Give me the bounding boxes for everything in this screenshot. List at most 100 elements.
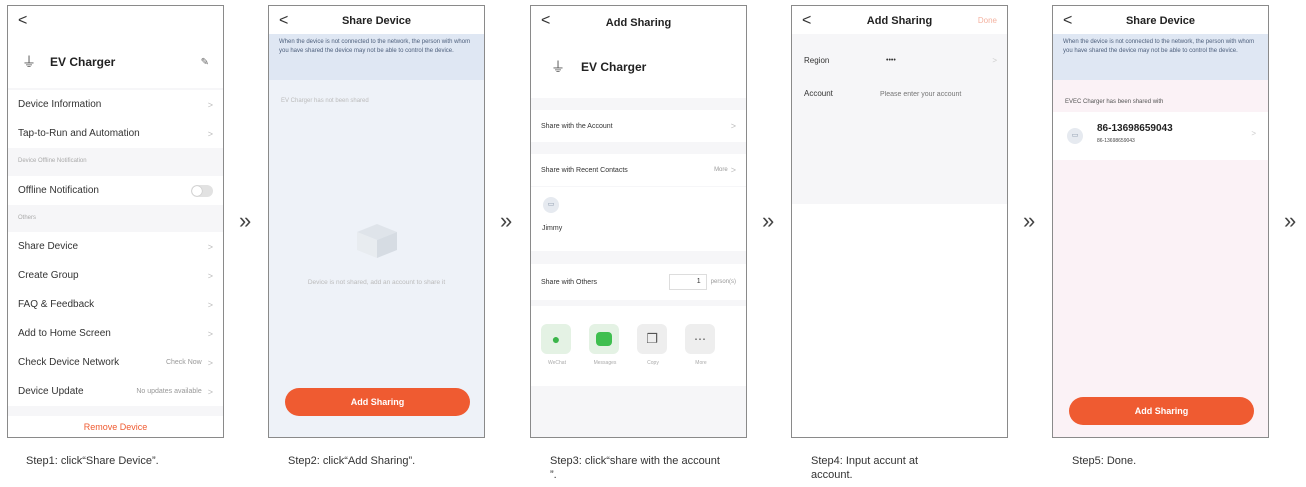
row-share-device[interactable]: Share Device > [8, 232, 223, 261]
screen-device-settings: < ⏚ EV Charger ✎ Device Information > Ta… [7, 5, 224, 438]
row-label: Share with Recent Contacts [541, 166, 628, 174]
page-title: Add Sharing [605, 17, 672, 29]
group-label-others: Others [18, 215, 37, 221]
row-offline-notification: Offline Notification [8, 176, 223, 205]
row-tap-to-run[interactable]: Tap-to-Run and Automation > [8, 119, 223, 148]
share-app-wechat[interactable]: ● WeChat [541, 324, 573, 366]
empty-hint: Device is not shared, add an account to … [307, 279, 446, 286]
next-arrow-icon: » [1284, 208, 1297, 233]
row-label: FAQ & Feedback [18, 299, 95, 310]
tutorial-strip: < ⏚ EV Charger ✎ Device Information > Ta… [0, 0, 1306, 487]
edit-icon[interactable]: ✎ [201, 57, 209, 68]
chevron-right-icon: > [207, 328, 213, 339]
row-faq-feedback[interactable]: FAQ & Feedback > [8, 290, 223, 319]
device-header: ⏚ EV Charger ✎ [8, 36, 223, 88]
row-label: Share with the Account [541, 122, 613, 130]
chevron-right-icon: > [730, 165, 736, 175]
row-label: Device Update [18, 386, 84, 397]
add-sharing-button[interactable]: Add Sharing [1069, 397, 1254, 425]
offline-toggle[interactable] [191, 184, 213, 197]
done-button[interactable]: Done [978, 16, 997, 25]
row-value: Check Now [165, 359, 202, 366]
contact-name[interactable]: Jimmy [542, 225, 562, 232]
notice-banner: When the device is not connected to the … [1053, 34, 1268, 80]
caption-step5: Step5: Done. [1072, 455, 1137, 467]
account-avatar: ▭ [1067, 128, 1083, 144]
ev-plug-icon: ⏚ [551, 59, 565, 75]
chevron-right-icon: > [207, 270, 213, 281]
share-app-label: WeChat [548, 360, 566, 366]
next-arrow-icon: » [500, 208, 513, 233]
messages-icon [589, 324, 619, 354]
screen-share-device-empty: < Share Device When the device is not co… [268, 5, 485, 438]
chevron-right-icon: > [207, 386, 213, 397]
screen-share-device-done: < Share Device When the device is not co… [1052, 5, 1269, 438]
share-with-others-row: Share with Others 1 person(s) [531, 264, 746, 300]
chevron-right-icon: > [1251, 129, 1256, 138]
next-arrow-icon: » [1023, 208, 1036, 233]
more-link[interactable]: More [714, 167, 728, 173]
contact-avatar[interactable]: ▭ [543, 197, 559, 213]
chevron-right-icon: > [207, 241, 213, 252]
persons-count-input[interactable]: 1 [668, 274, 707, 290]
add-sharing-button[interactable]: Add Sharing [285, 388, 470, 416]
row-add-home-screen[interactable]: Add to Home Screen > [8, 319, 223, 348]
recent-contacts-list: ▭ Jimmy [531, 187, 746, 251]
ev-plug-icon: ⏚ [22, 54, 36, 70]
account-label: Account [804, 89, 833, 98]
chevron-right-icon: > [992, 56, 997, 65]
row-label: Check Device Network [18, 357, 120, 368]
shared-account-number: 86-13698659043 [1097, 123, 1173, 134]
row-value: No updates available [136, 388, 202, 395]
share-app-label: Messages [593, 360, 617, 366]
not-shared-hint: EV Charger has not been shared [281, 98, 369, 104]
chevron-right-icon: > [207, 128, 213, 139]
page-title: Add Sharing [866, 15, 933, 27]
chevron-right-icon: > [730, 121, 736, 131]
more-icon: ⋯ [685, 324, 715, 354]
share-app-label: Copy [647, 360, 659, 366]
next-arrow-icon: » [762, 208, 775, 233]
persons-unit: person(s) [710, 279, 736, 285]
row-label: Share with Others [541, 278, 598, 286]
row-check-network[interactable]: Check Device Network Check Now > [8, 348, 223, 377]
remove-device-button[interactable]: Remove Device [8, 416, 223, 437]
share-app-more[interactable]: ⋯ More [685, 324, 717, 366]
recent-contacts-row[interactable]: Share with Recent Contacts More > [531, 154, 746, 186]
shared-with-label: EVEC Charger has been shared with [1065, 99, 1164, 105]
share-with-account-row[interactable]: Share with the Account > [531, 110, 746, 142]
page-title: Share Device [341, 15, 412, 27]
share-app-messages[interactable]: Messages [589, 324, 621, 366]
row-label: Add to Home Screen [18, 328, 111, 339]
shared-account-sub: 86-13698659043 [1097, 138, 1135, 144]
region-label: Region [804, 56, 830, 65]
wechat-icon: ● [541, 324, 571, 354]
row-label: Share Device [18, 241, 79, 252]
share-app-copy[interactable]: ❐ Copy [637, 324, 669, 366]
topbar: < Add Sharing Done [792, 6, 1007, 34]
copy-icon: ❐ [637, 324, 667, 354]
next-arrow-icon: » [239, 208, 252, 233]
topbar: < Share Device [269, 6, 484, 34]
topbar: < [8, 6, 223, 36]
account-input[interactable] [880, 86, 998, 102]
row-device-update[interactable]: Device Update No updates available > [8, 377, 223, 406]
region-value[interactable]: •••• [886, 57, 896, 64]
chevron-right-icon: > [207, 357, 213, 368]
caption-step4: Step4: Input accunt at account. [811, 455, 919, 481]
back-icon[interactable]: < [18, 12, 27, 30]
share-app-label: More [695, 360, 707, 366]
row-label: Create Group [18, 270, 79, 281]
row-create-group[interactable]: Create Group > [8, 261, 223, 290]
caption-step1: Step1: click“Share Device”. [26, 455, 159, 467]
caption-step2: Step2: click“Add Sharing”. [288, 455, 416, 467]
page-title: Share Device [1125, 15, 1196, 27]
chevron-right-icon: > [207, 99, 213, 110]
topbar: < Share Device [1053, 6, 1268, 34]
device-header: ⏚ EV Charger [531, 36, 746, 98]
device-name: EV Charger [581, 60, 647, 74]
shared-account-row[interactable]: ▭ 86-13698659043 86-13698659043 > [1053, 112, 1268, 160]
notice-banner: When the device is not connected to the … [269, 34, 484, 80]
screen-add-sharing-options: < Add Sharing ⏚ EV Charger Share with th… [530, 5, 747, 438]
row-device-information[interactable]: Device Information > [8, 90, 223, 119]
